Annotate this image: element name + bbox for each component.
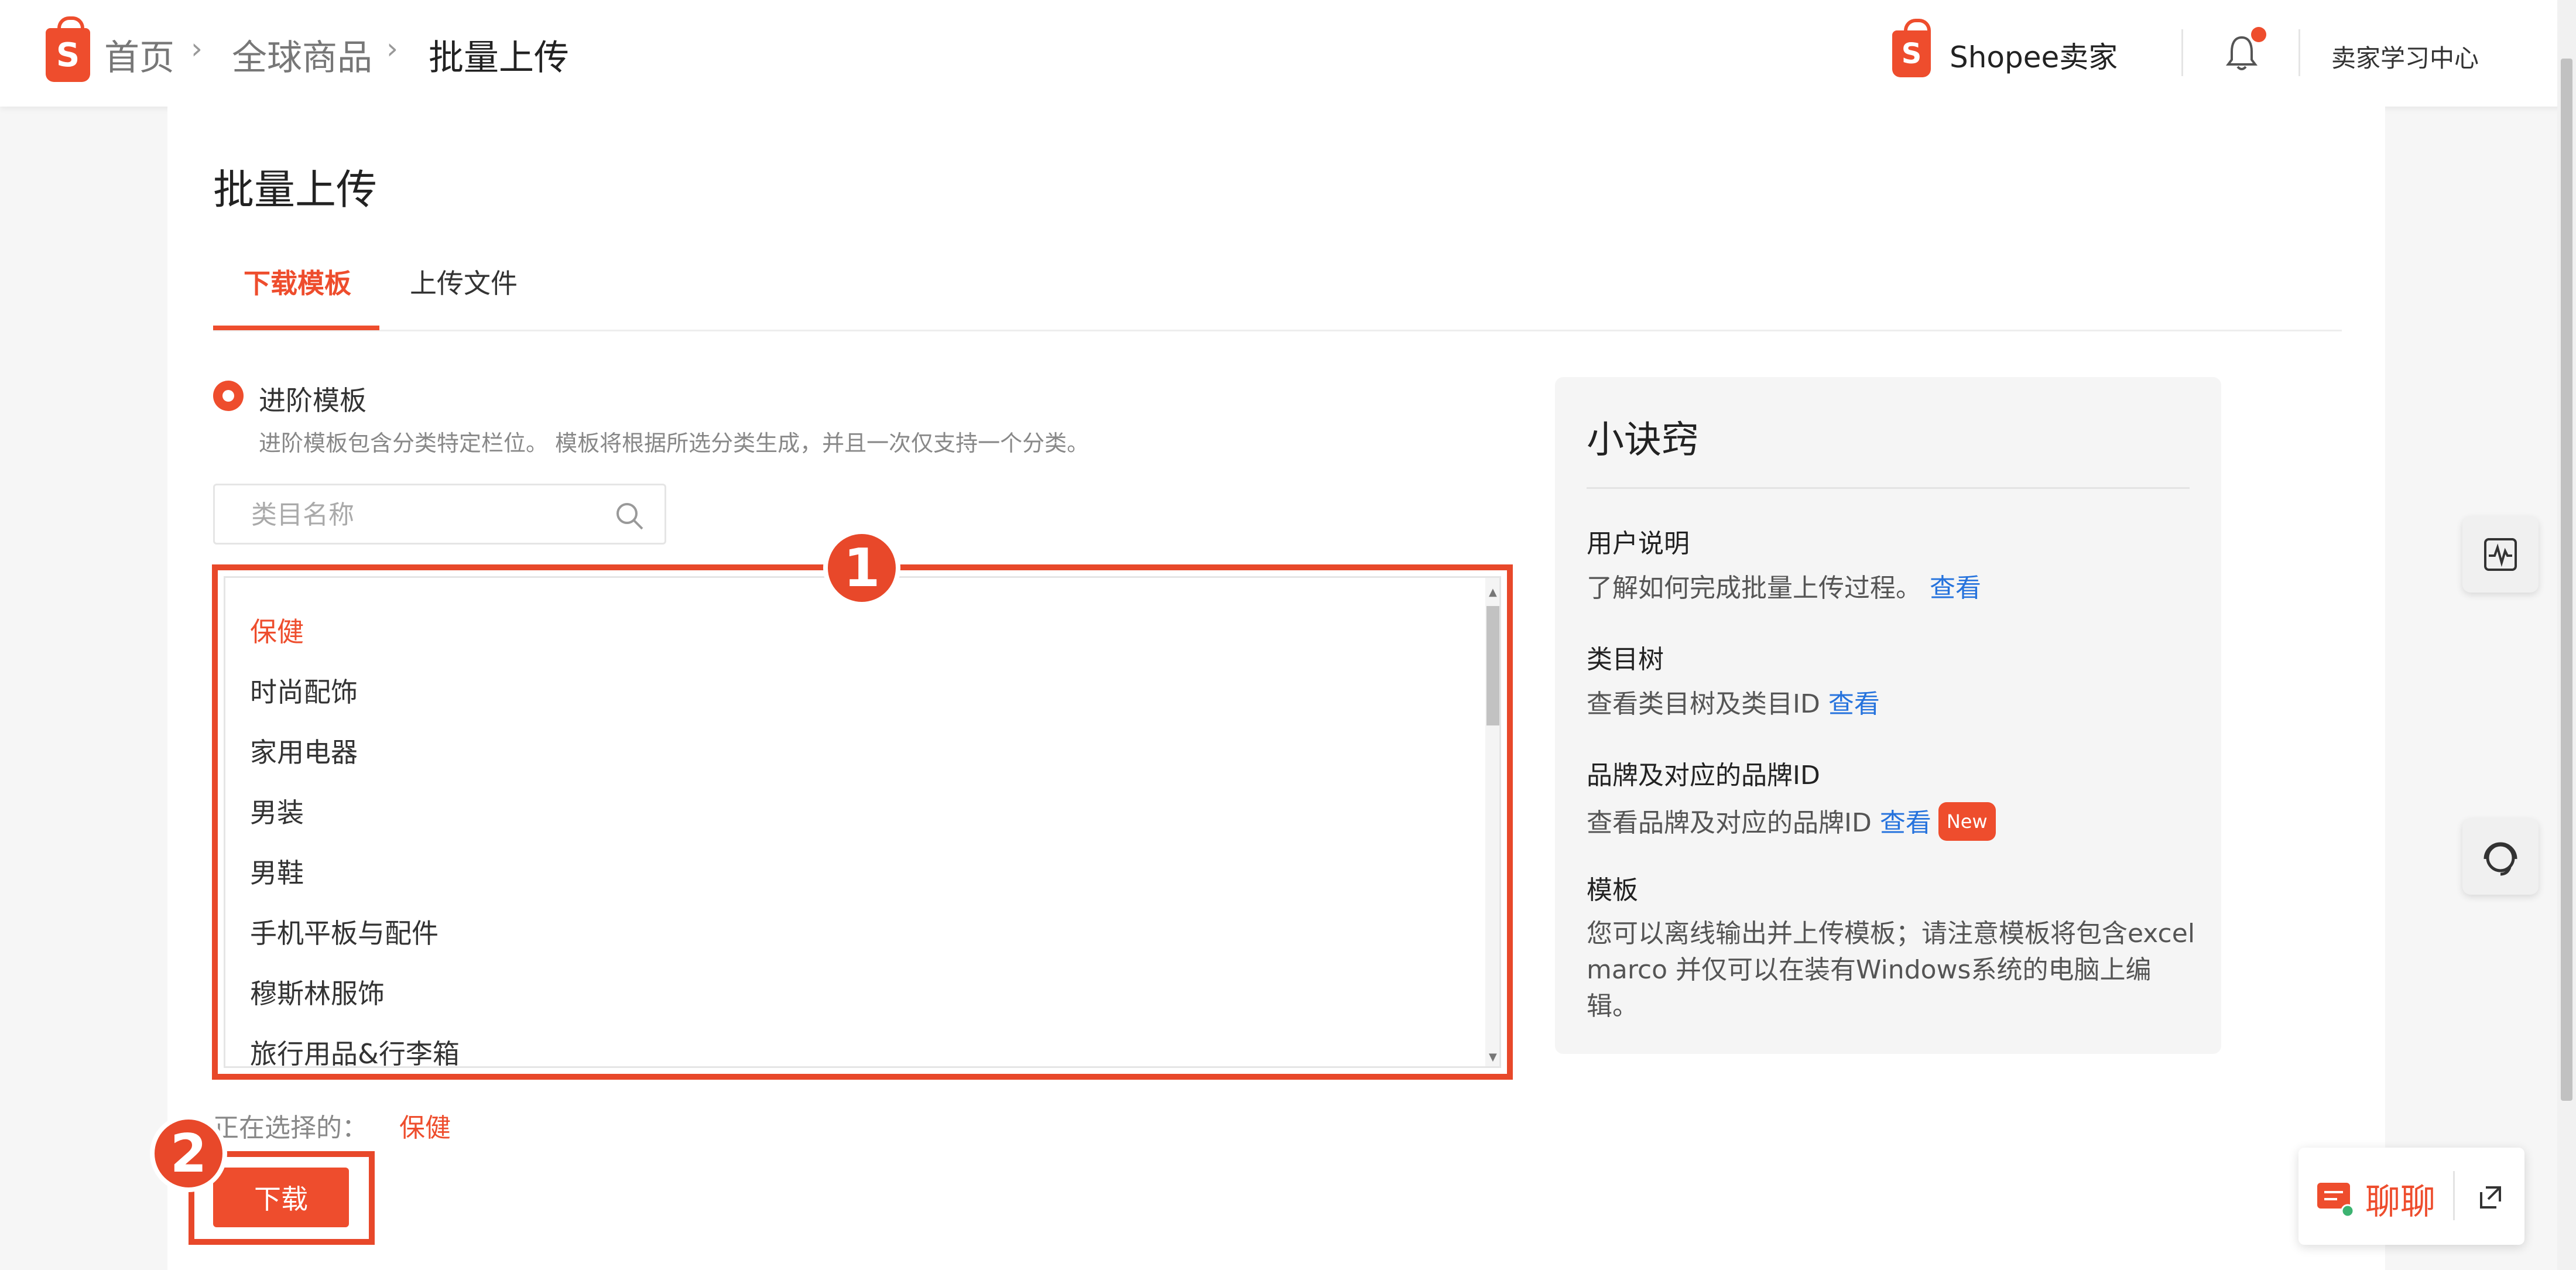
tip-text: 了解如何完成批量上传过程。 [1587, 573, 1921, 603]
view-category-tree-link[interactable]: 查看 [1828, 689, 1880, 719]
chat-label[interactable]: 聊聊 [2365, 1173, 2435, 1224]
chevron-right-icon: › [386, 32, 398, 66]
header-divider [2181, 29, 2183, 76]
tab-upload-file[interactable]: 上传文件 [410, 262, 518, 301]
category-item-home-appliances[interactable]: 家用电器 [250, 731, 358, 770]
shopee-logo-icon[interactable]: S [46, 16, 90, 82]
tabs-divider [213, 330, 2342, 331]
brand-name[interactable]: Shopee卖家 [1950, 34, 2118, 76]
tip-heading-template: 模板 [1587, 875, 1638, 905]
tip-heading-category-tree: 类目树 [1587, 645, 1664, 675]
current-selection-value: 保健 [399, 1113, 451, 1143]
category-item-mens-shoes[interactable]: 男鞋 [250, 852, 304, 891]
annotation-badge-1: 1 [823, 529, 900, 607]
scroll-up-arrow-icon[interactable]: ▲ [1489, 586, 1497, 598]
scroll-down-arrow-icon[interactable]: ▼ [1489, 1051, 1497, 1063]
customer-service-button[interactable] [2462, 819, 2539, 895]
category-item-travel-luggage[interactable]: 旅行用品&行李箱 [250, 1033, 460, 1066]
page-scroll-thumb[interactable] [2561, 59, 2572, 1101]
tip-text-template: 您可以离线输出并上传模板；请注意模板将包含excel marco 并仅可以在装有… [1587, 919, 2195, 1021]
tip-text: 查看品牌及对应的品牌ID [1587, 808, 1872, 838]
tip-text-user-guide: 了解如何完成批量上传过程。 查看 [1587, 570, 1981, 607]
category-list-scroll-thumb[interactable] [1486, 606, 1499, 725]
category-list-highlight: 保健 时尚配饰 家用电器 男装 男鞋 手机平板与配件 穆斯林服饰 旅行用品&行李… [212, 564, 1513, 1080]
category-item-muslim-fashion[interactable]: 穆斯林服饰 [250, 973, 385, 1011]
tips-title: 小诀窍 [1587, 419, 1699, 462]
pulse-chart-icon [2484, 538, 2517, 571]
active-tab-indicator [213, 326, 379, 330]
download-button[interactable]: 下载 [213, 1168, 349, 1227]
tip-heading-brand-id: 品牌及对应的品牌ID [1587, 761, 1820, 790]
annotation-badge-2: 2 [150, 1115, 227, 1192]
tip-text-category-tree: 查看类目树及类目ID 查看 [1587, 686, 1880, 723]
breadcrumb-home[interactable]: 首页 [104, 29, 174, 80]
breadcrumb-global-products[interactable]: 全球商品 [232, 29, 372, 80]
view-user-guide-link[interactable]: 查看 [1930, 573, 1981, 603]
category-list[interactable]: 保健 时尚配饰 家用电器 男装 男鞋 手机平板与配件 穆斯林服饰 旅行用品&行李… [224, 576, 1501, 1068]
category-search-input[interactable] [251, 499, 579, 530]
logo-letter: S [56, 36, 80, 74]
breadcrumb-current: 批量上传 [429, 37, 569, 78]
chevron-right-icon: › [191, 32, 203, 66]
chat-bubble-icon[interactable] [2315, 1178, 2356, 1219]
expand-window-icon[interactable] [2474, 1180, 2507, 1213]
category-search-box [213, 484, 666, 545]
chat-divider [2453, 1171, 2455, 1220]
page-title: 批量上传 [213, 166, 377, 214]
search-icon[interactable] [613, 499, 646, 532]
tip-text: 查看类目树及类目ID [1587, 689, 1820, 719]
header-divider [2298, 29, 2300, 76]
category-item-fashion-accessories[interactable]: 时尚配饰 [250, 671, 358, 710]
tip-heading-user-guide: 用户说明 [1587, 529, 1690, 559]
advanced-template-radio[interactable] [213, 381, 244, 411]
category-item-mens-clothing[interactable]: 男装 [250, 792, 304, 830]
current-selection-label: 正在选择的： [213, 1113, 368, 1143]
advanced-template-description: 进阶模板包含分类特定栏位。 模板将根据所选分类生成，并且一次仅支持一个分类。 [259, 430, 1090, 456]
activity-monitor-button[interactable] [2462, 516, 2539, 593]
tab-download-template[interactable]: 下载模板 [244, 262, 351, 301]
shopee-seller-logo-icon[interactable]: S [1892, 19, 1931, 77]
category-item-mobile-tablets[interactable]: 手机平板与配件 [250, 912, 439, 951]
logo-letter: S [1901, 37, 1922, 70]
tip-text-brand-id: 查看品牌及对应的品牌ID 查看 New [1587, 802, 1996, 841]
view-brand-id-link[interactable]: 查看 [1880, 808, 1931, 838]
notification-dot [2251, 27, 2266, 42]
new-badge: New [1938, 802, 1996, 841]
category-item-health[interactable]: 保健 [250, 611, 304, 649]
tips-divider [1587, 487, 2190, 489]
advanced-template-label[interactable]: 进阶模板 [259, 379, 366, 418]
seller-learning-center-link[interactable]: 卖家学习中心 [2331, 39, 2479, 74]
headset-icon [2483, 842, 2517, 876]
